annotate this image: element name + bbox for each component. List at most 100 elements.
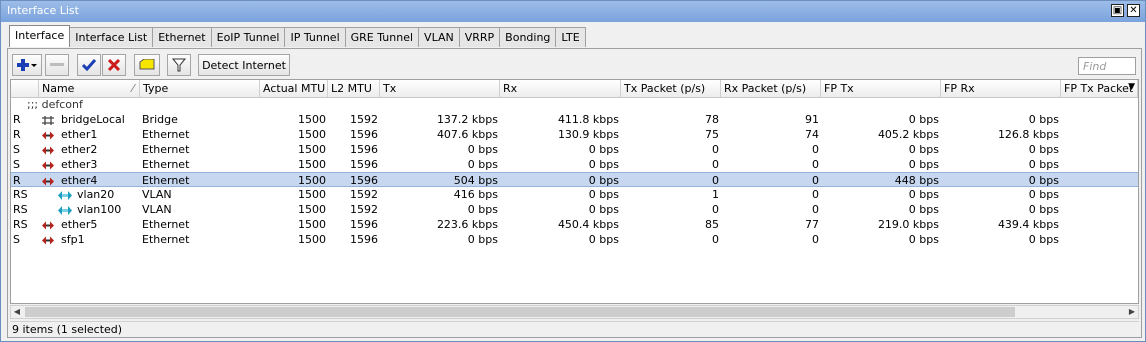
- cell-mtu: 1500: [298, 174, 326, 187]
- header-flag[interactable]: [11, 80, 39, 97]
- ethernet-icon: [42, 146, 54, 154]
- table-row[interactable]: RbridgeLocal Bridge 1500 1592 137.2 kbps 411.…: [11, 112, 1138, 127]
- column-header-label: Type: [143, 82, 169, 95]
- cell-l2mtu: 1592: [350, 188, 378, 201]
- column-header[interactable]: FP Tx: [821, 80, 941, 97]
- cell-tx: 137.2 kbps: [436, 113, 498, 126]
- cell-mtu: 1500: [298, 128, 326, 141]
- tab-eoip-tunnel[interactable]: EoIP Tunnel: [210, 27, 286, 47]
- cell-type: Bridge: [142, 113, 178, 126]
- cell-name: ether4: [39, 173, 140, 188]
- table-row[interactable]: Rether1 Ethernet 1500 1596 407.6 kbps 130.9 k…: [11, 127, 1138, 142]
- cell-l2mtu: 1596: [350, 233, 378, 246]
- column-menu-icon[interactable]: ▼: [1128, 82, 1135, 92]
- table-row[interactable]: Rether4 Ethernet 1500 1596 504 bps 0 bps 0 0 448…: [11, 172, 1138, 187]
- row-comment: ;;; defconf: [27, 98, 83, 111]
- cell-rxp: 0: [812, 158, 819, 171]
- cell-l2mtu: 1596: [350, 158, 378, 171]
- cell-txp: 75: [705, 128, 719, 141]
- cell-fprx: 0 bps: [1028, 143, 1059, 156]
- add-button[interactable]: [12, 54, 42, 76]
- detect-internet-label: Detect Internet: [202, 58, 286, 72]
- cell-l2mtu: 1596: [350, 143, 378, 156]
- column-header[interactable]: FP Tx Packet ▼: [1061, 80, 1138, 97]
- column-header-label: Name: [42, 82, 75, 95]
- find-placeholder: Find: [1083, 60, 1107, 73]
- filter-icon: [172, 58, 186, 72]
- interface-name: ether2: [61, 143, 98, 156]
- scroll-right-icon[interactable]: ▶: [1126, 306, 1138, 318]
- minus-icon: [50, 63, 64, 66]
- table-row[interactable]: Sether3 Ethernet 1500 1596 0 bps 0 bps 0 0 0 bps…: [11, 157, 1138, 172]
- cell-fptx: 0 bps: [908, 233, 939, 246]
- cell-name: ether2: [39, 142, 140, 157]
- cell-name: ether3: [39, 157, 140, 172]
- table-row[interactable]: RS ether5 Ethernet 1500 1596 223.6 kbps 450.4 …: [11, 217, 1138, 232]
- cell-txp: 0: [712, 203, 719, 216]
- comment-button[interactable]: [134, 54, 160, 76]
- cell-fptx: 219.0 kbps: [877, 218, 939, 231]
- cell-fprx: 0 bps: [1028, 113, 1059, 126]
- title-bar[interactable]: Interface List ▣ ✕: [1, 1, 1145, 22]
- table-header: Name ⁄ Type Actual MTU L2 MTU Tx Rx Tx Packet (…: [11, 80, 1138, 98]
- close-button[interactable]: ✕: [1127, 4, 1140, 17]
- column-header[interactable]: FP Rx: [941, 80, 1061, 97]
- interface-name: ether5: [61, 218, 98, 231]
- cell-fptx: 0 bps: [908, 143, 939, 156]
- cell-flag: S: [13, 143, 20, 156]
- tab-interface[interactable]: Interface: [9, 25, 71, 47]
- tab-gre-tunnel[interactable]: GRE Tunnel: [344, 27, 420, 47]
- disable-button[interactable]: [102, 54, 126, 76]
- table-row[interactable]: Ssfp1 Ethernet 1500 1596 0 bps 0 bps 0 0 0 bps 0 …: [11, 232, 1138, 247]
- find-input[interactable]: Find: [1078, 57, 1136, 75]
- column-header[interactable]: Tx Packet (p/s): [621, 80, 721, 97]
- table-row[interactable]: Sether2 Ethernet 1500 1596 0 bps 0 bps 0 0 0 bps…: [11, 142, 1138, 157]
- column-header[interactable]: Actual MTU: [260, 80, 328, 97]
- column-header[interactable]: Rx Packet (p/s): [721, 80, 821, 97]
- column-header[interactable]: Rx: [500, 80, 621, 97]
- x-icon: [108, 59, 120, 71]
- scroll-thumb[interactable]: [25, 307, 1015, 317]
- tab-ip-tunnel[interactable]: IP Tunnel: [284, 27, 346, 47]
- check-icon: [82, 59, 96, 71]
- cell-type: Ethernet: [142, 174, 190, 187]
- column-header[interactable]: Type: [140, 80, 260, 97]
- tab-vrrp[interactable]: VRRP: [458, 27, 501, 47]
- table-row[interactable]: RS vlan20 VLAN 1500 1592 416 bps 0 bps 1 0 0 bps 0…: [11, 187, 1138, 202]
- cell-rxp: 0: [812, 188, 819, 201]
- cell-txp: 0: [712, 143, 719, 156]
- ethernet-icon: [42, 131, 54, 139]
- column-header[interactable]: Name ⁄: [39, 80, 140, 97]
- enable-button[interactable]: [77, 54, 101, 76]
- tab-ethernet[interactable]: Ethernet: [152, 27, 212, 47]
- cell-tx: 504 bps: [453, 174, 498, 187]
- scroll-left-icon[interactable]: ◀: [11, 306, 23, 318]
- cell-l2mtu: 1592: [350, 113, 378, 126]
- tab-interface-list[interactable]: Interface List: [69, 27, 154, 47]
- cell-fptx: 0 bps: [908, 113, 939, 126]
- remove-button[interactable]: [45, 54, 69, 76]
- cell-mtu: 1500: [298, 143, 326, 156]
- horizontal-scrollbar[interactable]: ◀ ▶: [10, 305, 1139, 319]
- tab-lte[interactable]: LTE: [555, 27, 586, 47]
- cell-txp: 1: [712, 188, 719, 201]
- cell-flag: S: [13, 233, 20, 246]
- tab-bonding[interactable]: Bonding: [499, 27, 557, 47]
- comment-row[interactable]: ;;; defconf: [11, 97, 1138, 112]
- interface-panel: Detect Internet Find Name ⁄ Type Actual MTU…: [7, 48, 1142, 338]
- filter-button[interactable]: [167, 54, 191, 76]
- column-header[interactable]: L2 MTU: [328, 80, 380, 97]
- cell-tx: 223.6 kbps: [436, 218, 498, 231]
- detect-internet-button[interactable]: Detect Internet: [198, 54, 290, 76]
- cell-tx: 407.6 kbps: [436, 128, 498, 141]
- cell-fptx: 405.2 kbps: [877, 128, 939, 141]
- column-header-label: Tx: [383, 82, 397, 95]
- column-header-label: Tx Packet (p/s): [624, 82, 706, 95]
- table-row[interactable]: RS vlan100 VLAN 1500 1592 0 bps 0 bps 0 0 0 bps 0 …: [11, 202, 1138, 217]
- cell-txp: 78: [705, 113, 719, 126]
- interface-list-window: Interface List ▣ ✕ Interface Interface Li…: [0, 0, 1146, 342]
- restore-button[interactable]: ▣: [1111, 4, 1124, 17]
- cell-txp: 0: [712, 233, 719, 246]
- tab-vlan[interactable]: VLAN: [418, 27, 460, 47]
- column-header[interactable]: Tx: [380, 80, 500, 97]
